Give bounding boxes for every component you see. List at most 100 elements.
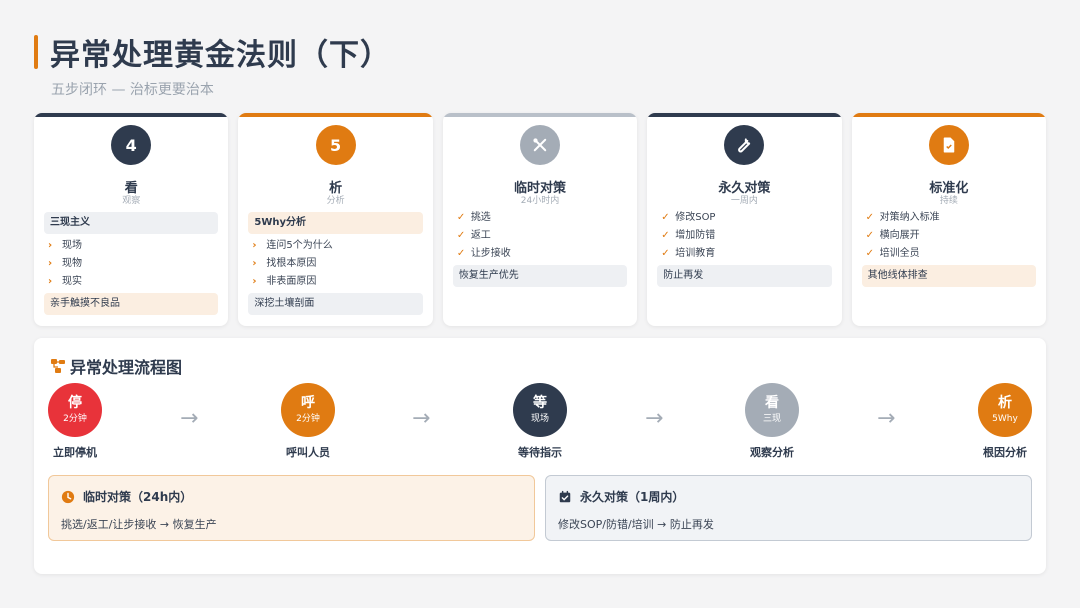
step-label: 呼叫人员 xyxy=(286,446,330,459)
card-note: 防止再发 xyxy=(657,265,832,287)
list-item-text: 非表面原因 xyxy=(266,276,317,287)
chevron-right-icon: › xyxy=(252,258,257,269)
check-icon: ✓ xyxy=(865,248,875,259)
list-item-text: 让步接收 xyxy=(470,248,511,259)
card-top-bar xyxy=(442,113,638,117)
flow-arrow: → xyxy=(412,406,431,431)
list-item-text: 找根本原因 xyxy=(266,258,317,269)
card-subtitle: 分析 xyxy=(326,196,345,206)
list-item: › 连问5个为什么 xyxy=(252,237,422,255)
step-char: 呼 xyxy=(301,395,315,411)
permanent-measure-title: 永久对策（1周内） xyxy=(580,490,685,504)
list-item-text: 现物 xyxy=(62,258,82,269)
step-time: 2分钟 xyxy=(296,414,320,424)
check-icon: ✓ xyxy=(661,230,670,241)
check-icon: ✓ xyxy=(456,230,466,241)
step-time: 2分钟 xyxy=(63,414,87,424)
card-note: 恢复生产优先 xyxy=(452,265,628,287)
step-circle: 看 三现 xyxy=(745,383,799,437)
temporary-measure-title: 临时对策（24h内） xyxy=(83,490,193,504)
temporary-measure-header: 临时对策（24h内） xyxy=(61,488,192,505)
step-label: 根因分析 xyxy=(983,446,1027,459)
permanent-measure-header: 永久对策（1周内） xyxy=(558,488,684,505)
card-list: › 连问5个为什么 › 找根本原因 › 非表面原因 xyxy=(252,237,422,291)
list-item: › 现场 xyxy=(48,237,218,255)
flow-arrow: → xyxy=(877,406,896,431)
temporary-measure-text: 挑选/返工/让步接收 → 恢复生产 xyxy=(61,518,217,531)
chevron-right-icon: › xyxy=(48,258,53,269)
page-header: 异常处理黄金法则（下） xyxy=(34,30,391,74)
flow-step-call: 呼 2分钟 呼叫人员 xyxy=(268,383,348,460)
flow-panel-header: 异常处理流程图 xyxy=(50,354,182,378)
card-top-bar xyxy=(647,113,842,117)
card-list: ✓ 对策纳入标准 ✓ 横向展开 ✓ 培训全员 xyxy=(866,209,1036,263)
flow-step-stop: 停 2分钟 立即停机 xyxy=(35,383,115,460)
card-subtitle: 一周内 xyxy=(730,196,758,206)
card-subtitle: 持续 xyxy=(939,196,958,206)
permanent-measure-box: 永久对策（1周内） 修改SOP/防错/培训 → 防止再发 xyxy=(545,475,1032,541)
step-number-badge: 4 xyxy=(111,125,152,165)
step-label: 等待指示 xyxy=(518,446,562,459)
check-icon: ✓ xyxy=(456,248,466,259)
list-item-text: 横向展开 xyxy=(879,230,920,241)
chevron-right-icon: › xyxy=(252,240,257,251)
page-title: 异常处理黄金法则（下） xyxy=(50,38,391,73)
list-item: ✓ 返工 xyxy=(457,227,627,245)
list-item: ✓ 对策纳入标准 xyxy=(866,209,1036,227)
clock-icon xyxy=(61,490,75,503)
step-circle: 停 2分钟 xyxy=(48,383,102,437)
card-top-bar xyxy=(851,113,1047,117)
check-icon: ✓ xyxy=(865,230,875,241)
step-label: 观察分析 xyxy=(750,446,794,459)
step-circle: 等 现场 xyxy=(513,383,567,437)
list-item: ✓ 修改SOP xyxy=(661,209,831,227)
list-item-text: 挑选 xyxy=(470,212,491,223)
list-item: ✓ 让步接收 xyxy=(457,245,627,263)
card-look: 4 看 观察 三现主义 › 现场 › 现物 › 现实 亲手触摸不良品 xyxy=(34,113,229,326)
list-item: ✓ 培训全员 xyxy=(866,245,1036,263)
flow-step-observe: 看 三现 观察分析 xyxy=(732,383,812,460)
list-item-text: 修改SOP xyxy=(675,212,716,223)
list-item: ✓ 培训教育 xyxy=(661,245,831,263)
list-item: › 找根本原因 xyxy=(252,255,422,273)
document-icon xyxy=(928,125,969,165)
check-icon: ✓ xyxy=(661,212,670,223)
card-key-label: 5Why分析 xyxy=(248,212,423,234)
list-item-text: 现实 xyxy=(62,276,82,287)
card-top-bar xyxy=(34,113,229,117)
chevron-right-icon: › xyxy=(252,276,257,287)
check-icon: ✓ xyxy=(456,212,466,223)
step-char: 停 xyxy=(68,395,82,411)
step-number-badge: 5 xyxy=(315,125,356,165)
list-item-text: 对策纳入标准 xyxy=(879,212,940,223)
card-list: ✓ 修改SOP ✓ 增加防错 ✓ 培训教育 xyxy=(661,209,831,263)
list-item: ✓ 挑选 xyxy=(457,209,627,227)
flow-arrow: → xyxy=(645,406,664,431)
card-temporary-measures: 临时对策 24小时内 ✓ 挑选 ✓ 返工 ✓ 让步接收 恢复生产优先 xyxy=(442,113,638,326)
list-item-text: 培训教育 xyxy=(675,248,716,259)
step-char: 等 xyxy=(533,395,547,411)
step-char: 看 xyxy=(765,395,779,411)
flow-step-analyze: 析 5Why 根因分析 xyxy=(965,383,1045,460)
card-subtitle: 观察 xyxy=(122,196,141,206)
calendar-check-icon xyxy=(559,490,571,502)
list-item: › 非表面原因 xyxy=(252,273,422,291)
card-top-bar xyxy=(238,113,433,117)
step-char: 析 xyxy=(998,395,1012,411)
permanent-measure-text: 修改SOP/防错/培训 → 防止再发 xyxy=(558,518,714,531)
card-note: 深挖土壤剖面 xyxy=(248,293,423,315)
card-permanent-measures: 永久对策 一周内 ✓ 修改SOP ✓ 增加防错 ✓ 培训教育 防止再发 xyxy=(647,113,842,326)
step-time: 三现 xyxy=(762,414,781,424)
chevron-right-icon: › xyxy=(48,276,53,287)
list-item: ✓ 增加防错 xyxy=(661,227,831,245)
temporary-measure-box: 临时对策（24h内） 挑选/返工/让步接收 → 恢复生产 xyxy=(48,475,535,541)
step-circle: 析 5Why xyxy=(978,383,1032,437)
step-cards: 4 看 观察 三现主义 › 现场 › 现物 › 现实 亲手触摸不良品 5 析 分析 5… xyxy=(34,113,1047,326)
list-item-text: 连问5个为什么 xyxy=(266,240,333,251)
card-standardize: 标准化 持续 ✓ 对策纳入标准 ✓ 横向展开 ✓ 培训全员 其他线体排查 xyxy=(851,113,1047,326)
flowchart-icon xyxy=(51,359,65,373)
list-item-text: 返工 xyxy=(470,230,491,241)
card-analyze: 5 析 分析 5Why分析 › 连问5个为什么 › 找根本原因 › 非表面原因 深挖土… xyxy=(238,113,433,326)
card-note: 亲手触摸不良品 xyxy=(44,293,219,315)
flow-arrow: → xyxy=(180,406,199,431)
